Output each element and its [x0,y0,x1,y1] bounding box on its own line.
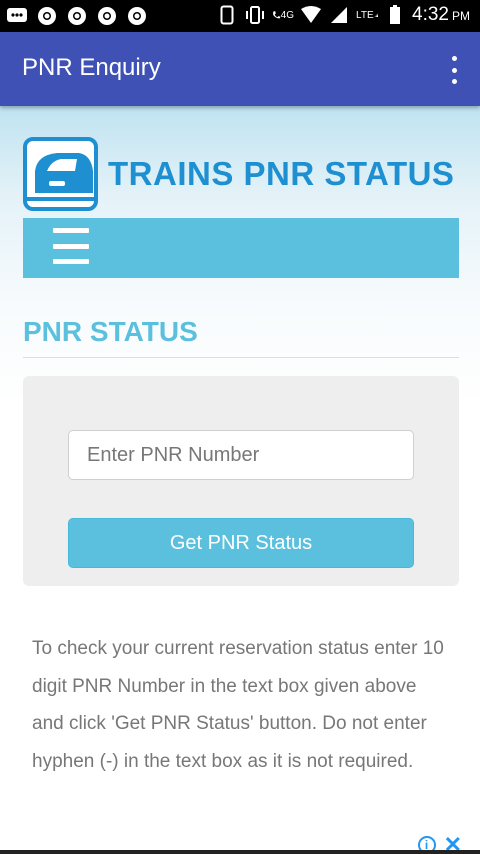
app-title: PNR Enquiry [22,54,161,81]
clock: 4:32 PM [412,4,470,26]
hamburger-menu-icon[interactable] [53,228,89,264]
instructions-text: To check your current reservation status… [32,638,444,772]
vibrate-icon [244,4,266,26]
system-icons: 4G LTE 4:32 PM [216,4,470,26]
clock-time: 4:32 [412,4,449,25]
wifi-icon [300,4,322,26]
battery-icon [384,4,406,26]
get-pnr-status-button[interactable]: Get PNR Status [68,518,414,568]
call-4g-icon: 4G [272,4,294,26]
logo-text: TRAINS PNR STATUS [108,155,455,192]
divider [23,357,459,358]
lte-label: LTE [356,9,374,21]
hamburger-line [53,243,89,249]
webview-content: TRAINS PNR STATUS PNR STATUS Get PNR Sta… [0,106,480,854]
menu-dot [451,67,457,73]
site-logo[interactable]: TRAINS PNR STATUS [23,137,454,211]
section-title: PNR STATUS [23,316,198,347]
site-nav-bar [23,218,459,278]
hamburger-line [53,259,89,264]
app-bar: PNR Enquiry [0,32,480,106]
clock-ampm: PM [452,9,470,23]
pnr-number-input[interactable] [68,430,414,480]
chrome-icon [126,5,148,27]
chrome-icon [36,5,58,27]
phone-outline-icon [216,4,238,26]
pnr-form-panel: Get PNR Status [23,376,459,586]
hamburger-line [53,228,89,233]
signal-icon [328,4,350,26]
overflow-menu-icon[interactable] [448,56,460,84]
lte-signal-icon: LTE [356,4,378,26]
chrome-icon [66,5,88,27]
menu-dot [451,79,457,84]
chrome-icon [96,5,118,27]
notification-icons [6,5,148,27]
train-icon [23,137,98,211]
chat-notification-icon [6,5,28,27]
status-bar: 4G LTE 4:32 PM [0,0,480,32]
bottom-edge [0,850,480,854]
network-type-label: 4G [280,9,295,21]
menu-dot [451,56,457,61]
